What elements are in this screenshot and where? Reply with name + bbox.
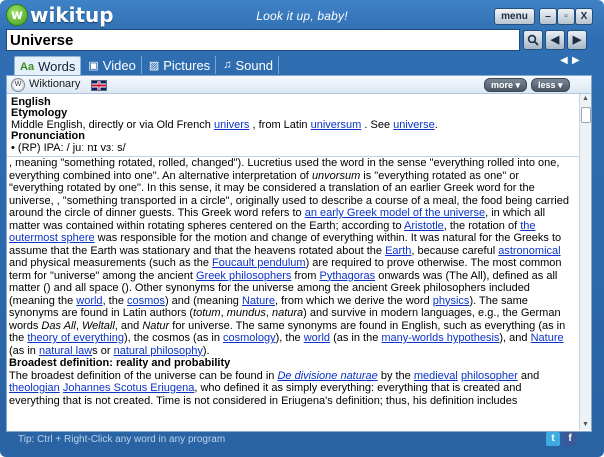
- link-world-2[interactable]: world: [304, 332, 330, 344]
- back-button[interactable]: ◀: [545, 30, 565, 50]
- app-window: w wikitup Look it up, baby! menu – ▫ X ◀…: [0, 0, 604, 457]
- link-nature[interactable]: Nature: [242, 295, 275, 307]
- link-eriugena[interactable]: Johannes Scotus Eriugena: [63, 382, 194, 394]
- tab-prev-icon[interactable]: ◀: [560, 55, 568, 66]
- link-nature-2[interactable]: Nature: [531, 332, 564, 344]
- link-philosopher[interactable]: philosopher: [461, 370, 518, 382]
- minimize-icon: –: [545, 11, 551, 22]
- tab-next-icon[interactable]: ▶: [572, 55, 580, 66]
- more-button[interactable]: more ▾: [484, 78, 528, 92]
- tab-video[interactable]: ▣ Video: [83, 56, 142, 74]
- tab-words-label: Words: [38, 59, 76, 74]
- link-earth[interactable]: Earth: [385, 245, 411, 257]
- broadest-definition-heading: Broadest definition: reality and probabi…: [9, 357, 231, 369]
- link-cosmos[interactable]: cosmos: [127, 295, 165, 307]
- link-aristotle[interactable]: Aristotle: [404, 220, 444, 232]
- wiktionary-icon: W: [11, 78, 25, 92]
- forward-arrow-icon: ▶: [572, 34, 582, 46]
- uk-flag-icon: [91, 80, 107, 91]
- minimize-button[interactable]: –: [539, 8, 557, 25]
- link-cosmology[interactable]: cosmology: [223, 332, 276, 344]
- article-paragraph: , meaning "something rotated, rolled, ch…: [9, 157, 569, 357]
- definition-header: English Etymology Middle English, direct…: [11, 96, 576, 155]
- link-theory-of-everything[interactable]: theory of everything: [27, 332, 124, 344]
- tab-bar: Aa Words ▣ Video ▨ Pictures ♫ Sound: [14, 56, 281, 76]
- link-theologian[interactable]: theologian: [9, 382, 60, 394]
- title-bar[interactable]: w wikitup Look it up, baby! menu – ▫ X: [0, 0, 604, 30]
- content-panel: W Wiktionary more ▾ less ▾ English Etymo…: [6, 75, 592, 432]
- video-icon: ▣: [88, 59, 99, 72]
- link-universum[interactable]: universum: [311, 119, 362, 131]
- search-button[interactable]: [523, 30, 543, 50]
- link-univers[interactable]: univers: [214, 119, 249, 131]
- magnifier-icon: [527, 34, 539, 46]
- link-astronomical[interactable]: astronomical: [498, 245, 560, 257]
- link-natural-law[interactable]: natural law: [39, 345, 92, 357]
- link-many-worlds[interactable]: many-worlds hypothesis: [381, 332, 499, 344]
- pronunciation-line: • (RP) IPA: / juː nɪ vɜː s/: [11, 141, 126, 154]
- restore-button[interactable]: ▫: [557, 8, 575, 25]
- less-button[interactable]: less ▾: [531, 78, 570, 92]
- article-paragraph-2: The broadest definition of the universe …: [9, 369, 540, 407]
- words-icon: Aa: [20, 60, 35, 73]
- scroll-thumb[interactable]: [581, 107, 591, 123]
- link-pythagoras[interactable]: Pythagoras: [319, 270, 375, 282]
- link-medieval[interactable]: medieval: [414, 370, 458, 382]
- tab-words[interactable]: Aa Words: [14, 56, 82, 76]
- link-foucault[interactable]: Foucault pendulum: [212, 257, 306, 269]
- sound-icon: ♫: [223, 59, 232, 71]
- source-name[interactable]: Wiktionary: [29, 78, 80, 90]
- source-bar: W Wiktionary more ▾ less ▾: [7, 76, 591, 94]
- vertical-scrollbar[interactable]: ▲ ▼: [579, 94, 591, 430]
- search-input[interactable]: [7, 30, 519, 50]
- pictures-icon: ▨: [148, 59, 160, 72]
- link-natural-philosophy[interactable]: natural philosophy: [114, 345, 203, 357]
- close-button[interactable]: X: [575, 8, 593, 25]
- tab-pictures[interactable]: ▨ Pictures: [144, 56, 217, 74]
- link-de-divisione-naturae[interactable]: De divisione naturae: [277, 370, 377, 382]
- tab-sound-label: Sound: [235, 57, 274, 73]
- etymology-text: Middle English, directly or via Old Fren…: [11, 118, 438, 131]
- twitter-icon[interactable]: t: [546, 432, 560, 446]
- forward-button[interactable]: ▶: [567, 30, 587, 50]
- tab-video-label: Video: [102, 57, 136, 73]
- menu-button[interactable]: menu: [494, 8, 535, 25]
- link-physics[interactable]: physics: [433, 295, 470, 307]
- restore-icon: ▫: [564, 11, 568, 22]
- tab-pictures-label: Pictures: [163, 57, 211, 73]
- pronunciation-heading: Pronunciation: [11, 130, 85, 143]
- link-world[interactable]: world: [76, 295, 102, 307]
- scroll-up-icon[interactable]: ▲: [580, 94, 591, 104]
- link-greek-philosophers[interactable]: Greek philosophers: [196, 270, 291, 282]
- back-arrow-icon: ◀: [550, 34, 560, 46]
- article-body: , meaning "something rotated, rolled, ch…: [9, 157, 575, 429]
- facebook-icon[interactable]: f: [563, 432, 577, 446]
- link-universe[interactable]: universe: [393, 119, 435, 131]
- tab-sound[interactable]: ♫ Sound: [218, 56, 280, 74]
- scroll-down-icon[interactable]: ▼: [580, 420, 591, 430]
- search-field-wrap: [6, 29, 520, 51]
- language-heading: English: [11, 96, 51, 108]
- footer-tip: Tip: Ctrl + Right-Click any word in any …: [18, 434, 226, 445]
- close-icon: X: [580, 11, 588, 22]
- link-greek-model[interactable]: an early Greek model of the universe: [305, 207, 485, 219]
